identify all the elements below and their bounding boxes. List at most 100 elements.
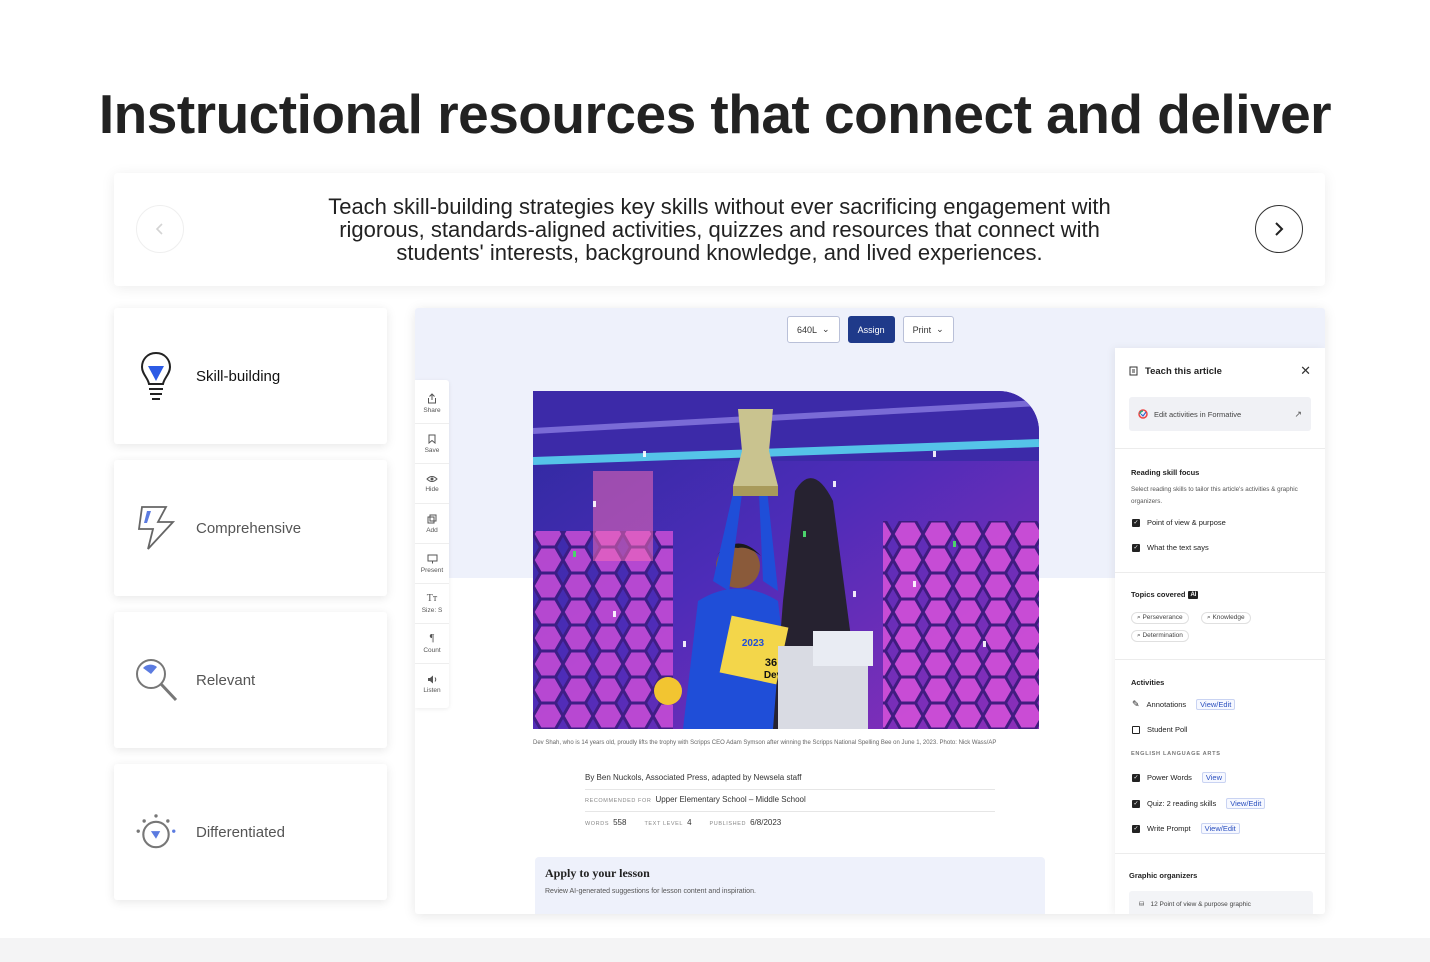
search-icon: ⌕ <box>1137 614 1141 621</box>
divider <box>1115 659 1325 660</box>
add-icon <box>427 514 437 523</box>
photo-caption: Dev Shah, who is 14 years old, proudly l… <box>533 740 997 746</box>
topic-label: Determination <box>1142 632 1183 639</box>
activity-checkbox[interactable]: ✓ Quiz: 2 reading skills View/Edit <box>1132 798 1266 809</box>
topics-title: Topics covered <box>1131 590 1186 599</box>
article-stats-row: Words 558 Text level 4 Published 6/8/202… <box>585 818 995 827</box>
assign-button[interactable]: Assign <box>847 316 895 343</box>
topic-pill[interactable]: ⌕ Determination <box>1131 630 1189 642</box>
tool-label: Listen <box>423 686 441 694</box>
published-label: Published <box>709 821 747 827</box>
tool-present[interactable]: Present <box>415 544 449 584</box>
paragraph-icon: ¶ <box>429 633 435 644</box>
reading-skill-heading: Reading skill focus <box>1131 468 1200 477</box>
topic-pill[interactable]: ⌕ Perseverance <box>1131 612 1189 624</box>
activity-label: Power Words <box>1147 773 1192 782</box>
tile-differentiated[interactable]: Differentiated <box>114 764 387 900</box>
tile-comprehensive[interactable]: Comprehensive <box>114 460 387 596</box>
activity-checkbox[interactable]: Student Poll <box>1132 725 1187 734</box>
document-icon <box>1129 366 1138 376</box>
checkbox-checked-icon: ✓ <box>1132 543 1140 552</box>
tool-add[interactable]: Add <box>415 504 449 544</box>
tool-label: Count <box>423 647 441 654</box>
apply-to-lesson-card[interactable]: Apply to your lesson Review AI-generated… <box>535 857 1045 914</box>
tool-label: Share <box>423 407 441 414</box>
apply-title: Apply to your lesson <box>545 866 650 880</box>
tool-save[interactable]: Save <box>415 424 449 464</box>
photo-badge-number: 36 <box>765 657 777 669</box>
reading-skill-desc: Select reading skills to tailor this art… <box>1131 486 1298 505</box>
tile-skill-building[interactable]: Skill-building <box>114 308 387 444</box>
words-value: 558 <box>613 818 627 827</box>
tile-label: Differentiated <box>196 823 285 841</box>
divider <box>585 811 995 812</box>
photo-badge-year: 2023 <box>742 638 765 649</box>
teach-article-panel: Teach this article ✕ Edit activities in … <box>1115 348 1325 914</box>
text-level-label: Text level <box>644 821 684 827</box>
article-photo: 2023 36 Dev <box>533 391 1039 729</box>
divider <box>1115 448 1325 449</box>
view-link[interactable]: View <box>1201 772 1227 783</box>
panel-title: Teach this article <box>1145 365 1222 377</box>
formative-logo-icon <box>1138 409 1148 419</box>
tile-label: Comprehensive <box>196 519 302 537</box>
view-edit-link[interactable]: View/Edit <box>1196 699 1236 710</box>
activity-label: Annotations <box>1146 700 1187 709</box>
search-icon: ⌕ <box>1207 614 1211 621</box>
level-value: 640L <box>797 324 818 335</box>
graphic-organizer-item[interactable]: ⛁ 12 Point of view & purpose graphic <box>1129 891 1313 914</box>
feature-carousel: Teach skill-building strategies key skil… <box>114 173 1325 286</box>
eye-icon <box>426 475 438 482</box>
tile-relevant[interactable]: Relevant <box>114 612 387 748</box>
text-size-icon: Tт <box>426 593 438 604</box>
carousel-next-button[interactable] <box>1255 205 1303 253</box>
ela-subheading: English Language Arts <box>1131 751 1221 757</box>
topics-heading: Topics covered AI <box>1131 590 1199 599</box>
topic-pill[interactable]: ⌕ Knowledge <box>1201 612 1251 624</box>
checkbox-unchecked-icon <box>1132 725 1140 734</box>
words-label: Words <box>585 821 610 827</box>
activities-heading: Activities <box>1131 678 1165 687</box>
view-edit-link[interactable]: View/Edit <box>1226 798 1266 809</box>
article-toolbar: 640L ⌄ Assign Print ⌄ <box>787 316 954 343</box>
topic-label: Knowledge <box>1212 614 1245 621</box>
close-icon[interactable]: ✕ <box>1300 363 1311 379</box>
speaker-icon <box>427 675 436 683</box>
activity-checkbox[interactable]: ✓ Power Words View <box>1132 772 1227 783</box>
skill-label: What the text says <box>1147 543 1209 552</box>
assign-label: Assign <box>857 324 885 335</box>
tool-rail: Share Save Hide Add Present Tт Size: S ¶ C… <box>415 380 449 708</box>
tool-listen[interactable]: Listen <box>415 664 449 704</box>
recommended-value: Upper Elementary School – Middle School <box>655 795 806 804</box>
formative-link[interactable]: Edit activities in Formative ↗ <box>1129 397 1311 431</box>
view-edit-link[interactable]: View/Edit <box>1200 823 1240 834</box>
tool-share[interactable]: Share <box>415 384 449 424</box>
skill-checkbox[interactable]: ✓ Point of view & purpose <box>1132 518 1226 527</box>
tool-size[interactable]: Tт Size: S <box>415 584 449 624</box>
tool-count[interactable]: ¶ Count <box>415 624 449 664</box>
recommended-row: Recommended for Upper Elementary School … <box>585 795 995 804</box>
graphic-organizers-heading: Graphic organizers <box>1129 871 1198 880</box>
formative-label: Edit activities in Formative <box>1154 409 1242 419</box>
byline: By Ben Nuckols, Associated Press, adapte… <box>585 773 802 782</box>
skill-checkbox[interactable]: ✓ What the text says <box>1132 543 1209 552</box>
level-select[interactable]: 640L ⌄ <box>787 316 840 343</box>
print-button[interactable]: Print ⌄ <box>902 316 954 343</box>
activity-checkbox[interactable]: ✓ Write Prompt View/Edit <box>1132 823 1240 834</box>
topic-label: Perseverance <box>1142 614 1183 621</box>
search-icon: ⌕ <box>1137 632 1141 639</box>
tool-hide[interactable]: Hide <box>415 464 449 504</box>
graphic-organizer-label: 12 Point of view & purpose graphic <box>1150 900 1251 908</box>
organizer-icon: ⛁ <box>1139 901 1145 908</box>
skill-label: Point of view & purpose <box>1147 518 1226 527</box>
carousel-prev-button[interactable] <box>136 205 184 253</box>
dial-icon <box>134 806 178 858</box>
tool-label: Save <box>424 446 440 454</box>
share-icon <box>428 393 436 404</box>
published-value: 6/8/2023 <box>750 818 782 827</box>
chevron-right-icon <box>1275 222 1284 236</box>
page-bottom-band <box>0 938 1430 962</box>
tool-label: Add <box>426 526 438 534</box>
apply-subtitle: Review AI-generated suggestions for less… <box>545 888 756 895</box>
tile-label: Skill-building <box>196 367 281 385</box>
